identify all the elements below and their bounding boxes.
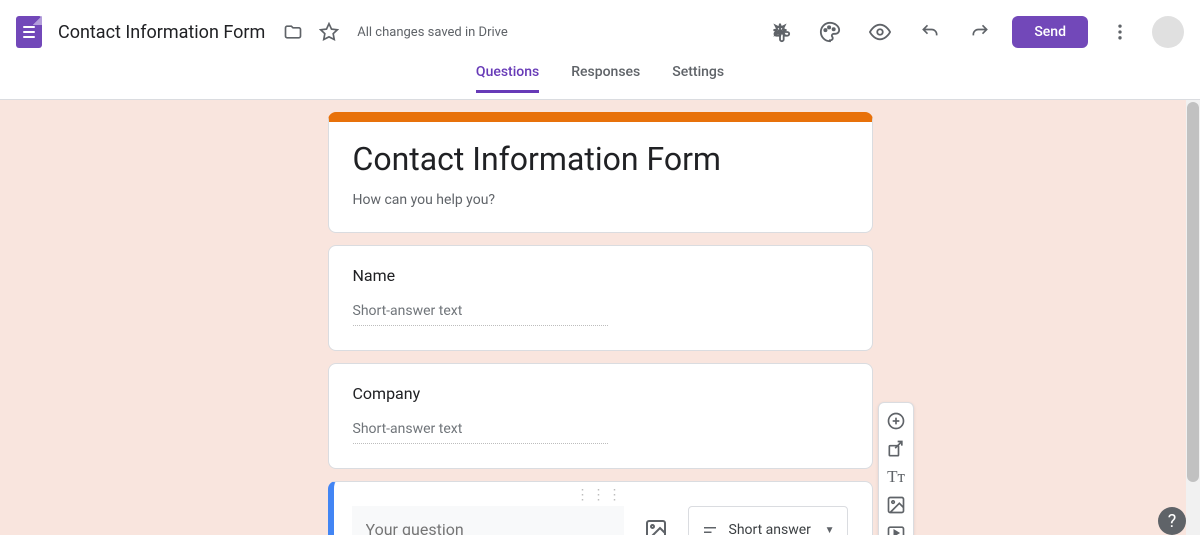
move-to-folder-icon[interactable] xyxy=(281,20,305,44)
add-question-icon[interactable] xyxy=(882,409,910,433)
question-toolbar: Tᴛ xyxy=(878,402,914,535)
form-header-card[interactable]: Contact Information Form How can you hel… xyxy=(328,112,873,233)
tab-responses[interactable]: Responses xyxy=(571,64,640,93)
account-avatar[interactable] xyxy=(1152,16,1184,48)
scrollbar-track xyxy=(1186,100,1200,535)
addon-icon[interactable] xyxy=(768,20,792,44)
tab-questions[interactable]: Questions xyxy=(476,64,539,93)
answer-placeholder: Short-answer text xyxy=(353,303,608,326)
dropdown-arrow-icon: ▼ xyxy=(825,525,835,535)
add-image-icon[interactable] xyxy=(644,518,668,535)
form-description[interactable]: How can you help you? xyxy=(353,192,848,208)
question-edit-row: Short answer ▼ xyxy=(352,506,848,535)
question-type-label: Short answer xyxy=(729,522,811,535)
star-icon[interactable] xyxy=(317,20,341,44)
more-menu-icon[interactable] xyxy=(1108,20,1132,44)
question-label: Company xyxy=(353,384,848,403)
scrollbar-thumb[interactable] xyxy=(1187,102,1199,482)
active-question-card[interactable]: ⋮⋮⋮ Short answer ▼ Short-answer text xyxy=(328,481,873,535)
save-status: All changes saved in Drive xyxy=(357,25,508,40)
undo-icon[interactable] xyxy=(918,20,942,44)
add-image-icon[interactable] xyxy=(882,493,910,517)
redo-icon[interactable] xyxy=(968,20,992,44)
form-title[interactable]: Contact Information Form xyxy=(353,140,848,178)
main-tabs: Questions Responses Settings xyxy=(0,64,1200,100)
question-card-company[interactable]: Company Short-answer text xyxy=(328,363,873,469)
import-questions-icon[interactable] xyxy=(882,437,910,461)
customize-theme-icon[interactable] xyxy=(818,20,842,44)
drag-handle-icon[interactable]: ⋮⋮⋮ xyxy=(352,490,848,500)
question-input[interactable] xyxy=(352,506,624,535)
form-canvas: Contact Information Form How can you hel… xyxy=(0,100,1200,535)
add-video-icon[interactable] xyxy=(882,521,910,535)
header-actions: Send xyxy=(762,16,1184,48)
answer-placeholder: Short-answer text xyxy=(353,421,608,444)
preview-icon[interactable] xyxy=(868,20,892,44)
add-title-icon[interactable]: Tᴛ xyxy=(882,465,910,489)
question-card-name[interactable]: Name Short-answer text xyxy=(328,245,873,351)
tab-settings[interactable]: Settings xyxy=(672,64,724,93)
question-type-select[interactable]: Short answer ▼ xyxy=(688,506,848,535)
question-label: Name xyxy=(353,266,848,285)
forms-logo[interactable] xyxy=(16,16,42,48)
send-button[interactable]: Send xyxy=(1012,16,1088,48)
app-header: Contact Information Form All changes sav… xyxy=(0,0,1200,64)
help-icon[interactable]: ? xyxy=(1158,507,1186,535)
doc-title[interactable]: Contact Information Form xyxy=(58,22,265,43)
short-answer-icon xyxy=(701,521,719,535)
form-container: Contact Information Form How can you hel… xyxy=(328,112,873,535)
